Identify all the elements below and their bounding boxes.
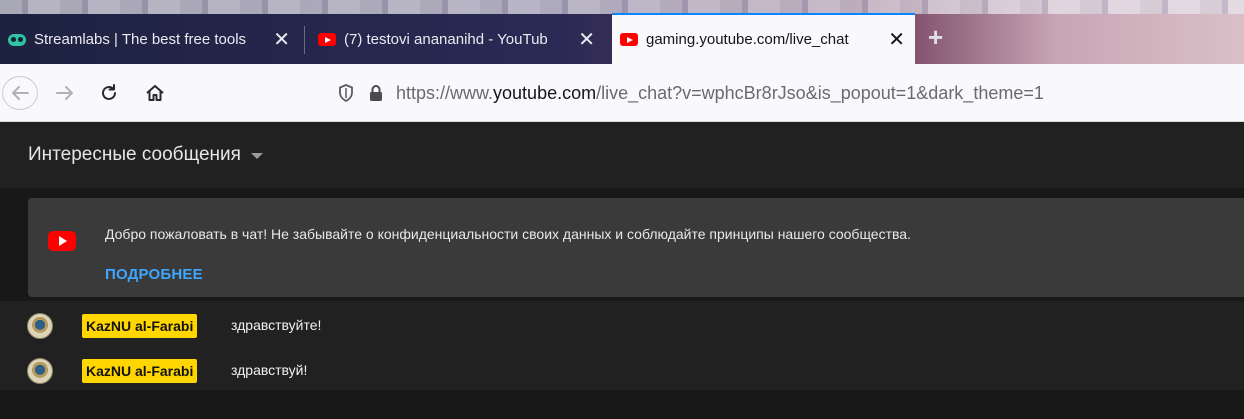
arrow-left-icon xyxy=(12,86,29,100)
close-icon[interactable]: ✕ xyxy=(888,27,905,52)
back-button[interactable] xyxy=(2,76,38,110)
new-tab-button[interactable]: + xyxy=(928,22,943,53)
forward-button[interactable] xyxy=(48,76,82,110)
close-icon[interactable]: ✕ xyxy=(273,27,290,52)
arrow-right-icon xyxy=(56,86,73,100)
message-text: здравствуйте! xyxy=(231,317,322,333)
url-path: /live_chat?v=wphcBr8rJso&is_popout=1&dar… xyxy=(596,82,1044,103)
tab-youtube-channel[interactable]: (7) testovi anananihd - YouTub ✕ xyxy=(310,15,605,64)
lock-icon[interactable] xyxy=(368,84,384,102)
youtube-icon xyxy=(48,231,76,251)
learn-more-link[interactable]: ПОДРОБНЕЕ xyxy=(105,266,203,283)
message-text: здравствуй! xyxy=(231,362,308,378)
address-bar[interactable]: https://www. youtube.com/live_chat?v=wphc… xyxy=(330,74,1244,112)
tab-streamlabs[interactable]: Streamlabs | The best free tools ✕ xyxy=(0,15,300,64)
url-host: youtube.com xyxy=(493,82,597,103)
avatar[interactable] xyxy=(27,358,53,384)
author-name[interactable]: KazNU al-Farabi xyxy=(82,359,198,383)
chat-mode-selector[interactable]: Интересные сообщения xyxy=(28,144,241,166)
navigation-bar: https://www. youtube.com/live_chat?v=wphc… xyxy=(0,64,1244,122)
reload-icon xyxy=(102,84,116,100)
youtube-icon xyxy=(318,33,336,46)
reload-button[interactable] xyxy=(92,76,126,110)
chat-body: Добро пожаловать в чат! Не забывайте о к… xyxy=(0,188,1244,419)
tab-separator xyxy=(304,26,305,54)
author-name[interactable]: KazNU al-Farabi xyxy=(82,314,198,338)
tab-title: gaming.youtube.com/live_chat xyxy=(646,31,849,48)
tab-strip: Streamlabs | The best free tools ✕ (7) t… xyxy=(0,0,1244,64)
avatar[interactable] xyxy=(27,313,53,339)
chat-header: Интересные сообщения xyxy=(0,122,1244,188)
streamlabs-icon xyxy=(8,33,26,46)
home-icon xyxy=(146,85,164,101)
home-button[interactable] xyxy=(138,76,172,110)
close-icon[interactable]: ✕ xyxy=(578,27,595,52)
tab-title: (7) testovi anananihd - YouTub xyxy=(344,31,548,48)
welcome-text: Добро пожаловать в чат! Не забывайте о к… xyxy=(105,226,911,242)
caret-down-icon[interactable] xyxy=(250,153,263,159)
welcome-banner: Добро пожаловать в чат! Не забывайте о к… xyxy=(28,198,1244,297)
shield-icon[interactable] xyxy=(338,84,354,102)
message-list: KazNU al-Farabi здравствуйте! KazNU al-F… xyxy=(0,301,1244,390)
tab-title: Streamlabs | The best free tools xyxy=(34,31,247,48)
tab-live-chat[interactable]: gaming.youtube.com/live_chat ✕ xyxy=(612,13,915,64)
youtube-icon xyxy=(620,33,638,46)
url-prefix: https://www. xyxy=(396,82,494,103)
